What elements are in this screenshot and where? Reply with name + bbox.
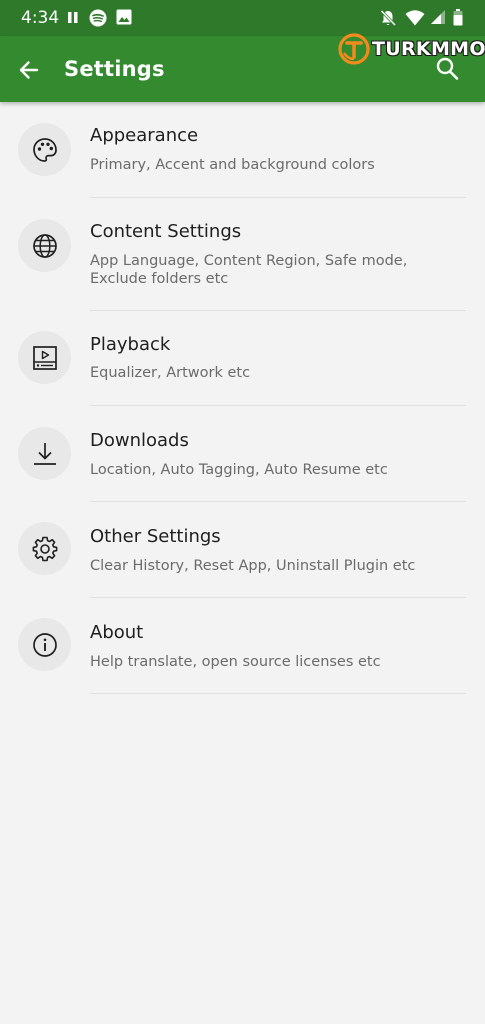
- item-icon-container: [18, 123, 71, 176]
- signal-icon: [431, 10, 445, 24]
- page-title: Settings: [64, 57, 165, 81]
- wifi-icon: [405, 10, 425, 26]
- item-title: About: [90, 622, 144, 643]
- item-icon-container: [18, 522, 71, 575]
- back-button[interactable]: [14, 55, 44, 85]
- item-title: Appearance: [90, 125, 199, 146]
- item-title: Content Settings: [90, 221, 242, 242]
- globe-icon: [32, 233, 57, 258]
- item-subtitle: Primary, Accent and background colors: [90, 157, 375, 173]
- image-icon: [116, 9, 132, 25]
- item-icon-container: [18, 427, 71, 480]
- settings-item-other-settings[interactable]: Other Settings Clear History, Reset App,…: [0, 502, 485, 598]
- item-subtitle: Help translate, open source licenses etc: [90, 654, 381, 670]
- item-subtitle: App Language, Content Region, Safe mode,…: [90, 253, 408, 287]
- settings-item-appearance[interactable]: Appearance Primary, Accent and backgroun…: [0, 102, 485, 198]
- gear-icon: [32, 536, 57, 561]
- item-icon-container: [18, 219, 71, 272]
- watermark-text: TURKMMO: [372, 38, 485, 60]
- download-icon: [33, 442, 56, 465]
- item-icon-container: [18, 618, 71, 671]
- item-subtitle: Equalizer, Artwork etc: [90, 365, 251, 381]
- item-subtitle: Clear History, Reset App, Uninstall Plug…: [90, 558, 416, 574]
- watermark-logo: TURKMMO: [338, 31, 485, 67]
- info-icon: [32, 632, 57, 657]
- pause-icon: [68, 12, 78, 23]
- item-icon-container: [18, 331, 71, 384]
- spotify-icon: [89, 9, 107, 27]
- arrow-back-icon: [19, 61, 39, 79]
- settings-item-playback[interactable]: Playback Equalizer, Artwork etc: [0, 311, 485, 406]
- settings-item-about[interactable]: About Help translate, open source licens…: [0, 598, 485, 694]
- divider: [90, 693, 466, 694]
- notifications-off-icon: [380, 9, 397, 27]
- item-title: Playback: [90, 334, 171, 355]
- status-time: 4:34: [21, 8, 60, 28]
- battery-icon: [453, 9, 463, 26]
- item-title: Downloads: [90, 430, 189, 451]
- palette-icon: [32, 137, 57, 162]
- playback-icon: [32, 345, 57, 370]
- settings-item-content-settings[interactable]: Content Settings App Language, Content R…: [0, 198, 485, 311]
- item-subtitle: Location, Auto Tagging, Auto Resume etc: [90, 462, 388, 478]
- settings-item-downloads[interactable]: Downloads Location, Auto Tagging, Auto R…: [0, 406, 485, 502]
- logo-mark-icon: [338, 33, 370, 65]
- item-title: Other Settings: [90, 526, 221, 547]
